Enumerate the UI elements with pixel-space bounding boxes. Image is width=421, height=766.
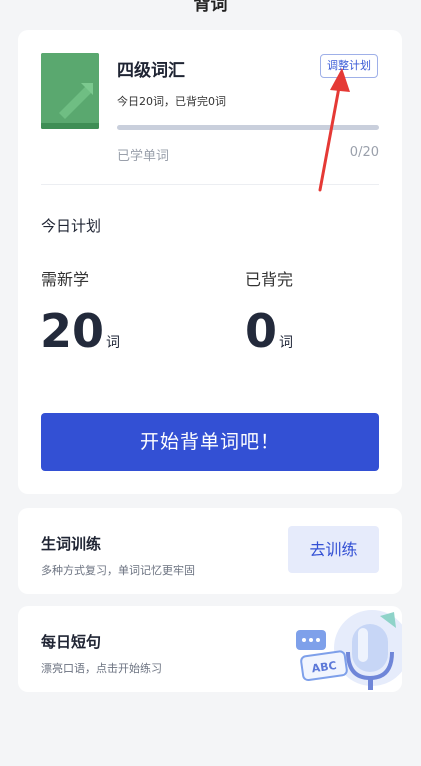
go-train-button[interactable]: 去训练 <box>288 526 379 573</box>
page-title: 背词 <box>193 0 228 15</box>
daily-subtitle: 漂亮口语，点击开始练习 <box>41 662 162 675</box>
new-words-stat: 20 词 <box>40 308 120 354</box>
book-cover-graphic-icon <box>41 53 99 129</box>
word-training-card[interactable]: 生词训练 多种方式复习，单词记忆更牢固 去训练 <box>18 508 402 594</box>
new-words-label: 需新学 <box>41 270 90 289</box>
divider <box>41 184 379 185</box>
done-words-stat: 0词 <box>245 308 293 354</box>
daily-sentence-card[interactable]: 每日短句 漂亮口语，点击开始练习 ABC <box>18 606 402 692</box>
adjust-plan-button[interactable]: 调整计划 <box>320 54 378 78</box>
done-words-label: 已背完 <box>245 270 294 289</box>
done-words-value: 0 <box>245 304 278 358</box>
start-memorizing-button[interactable]: 开始背单词吧！ <box>41 413 379 471</box>
done-words-unit: 词 <box>279 335 294 351</box>
learned-words-label: 已学单词 <box>117 149 170 164</box>
new-words-value: 20 <box>40 304 105 358</box>
training-subtitle: 多种方式复习，单词记忆更牢固 <box>41 564 195 577</box>
book-cover-image[interactable] <box>41 53 99 129</box>
training-title: 生词训练 <box>41 535 102 553</box>
progress-bar <box>117 125 379 130</box>
learned-words-count: 0/20 <box>349 145 379 160</box>
book-title: 四级词汇 <box>117 61 185 81</box>
book-plan-card: 四级词汇 调整计划 今日20词，已背完0词 已学单词 0/20 今日计划 需新学… <box>18 30 402 494</box>
daily-title: 每日短句 <box>41 633 102 651</box>
new-words-unit: 词 <box>106 335 121 351</box>
today-plan-title: 今日计划 <box>41 217 102 235</box>
microphone-illustration-icon: ABC <box>296 610 402 690</box>
book-subtitle: 今日20词，已背完0词 <box>117 95 226 108</box>
